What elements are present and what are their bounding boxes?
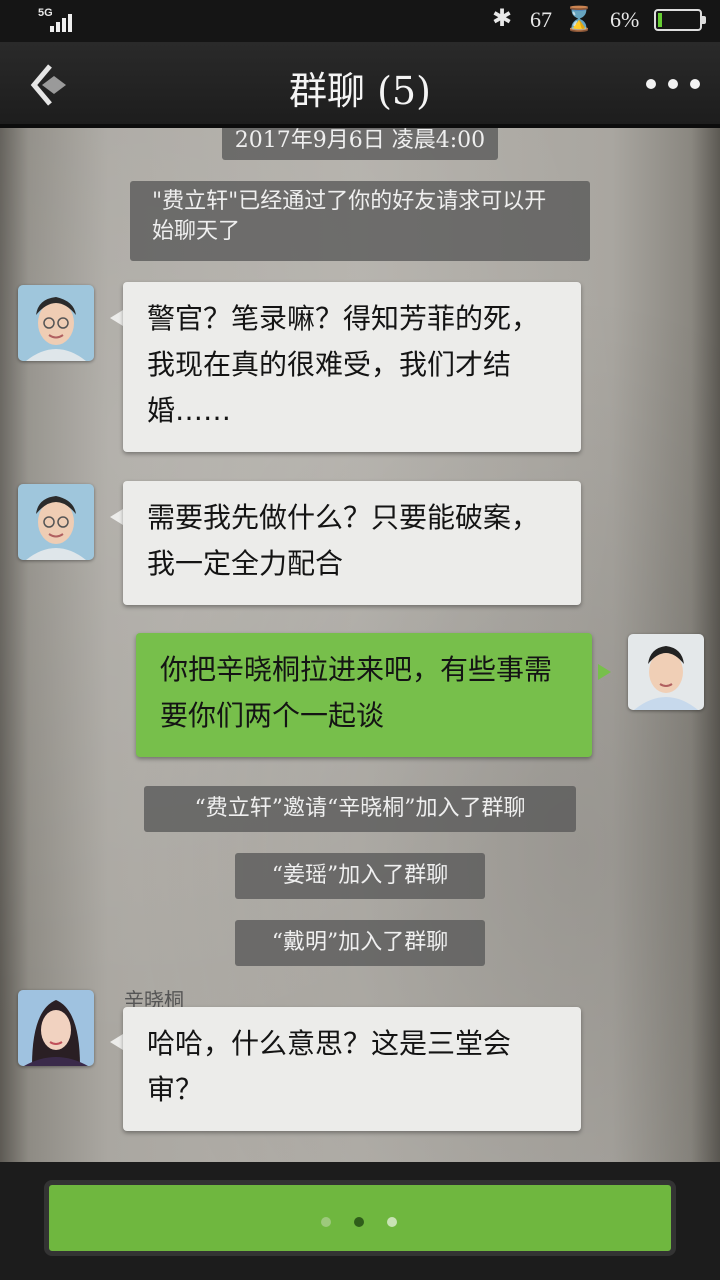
message-bubble[interactable]: 哈哈，什么意思？这是三堂会审？: [123, 1007, 581, 1131]
timestamp-notice: 2017年9月6日 凌晨4:00: [222, 128, 498, 160]
my-message-bubble[interactable]: 你把辛晓桐拉进来吧，有些事需要你们两个一起谈: [136, 633, 592, 757]
avatar-fei-lixuan[interactable]: [18, 285, 94, 361]
system-notice-text: “戴明”加入了群聊: [271, 930, 449, 955]
signal-icon: [50, 10, 76, 32]
my-avatar[interactable]: [628, 634, 704, 710]
bubble-tail: [598, 664, 611, 680]
timestamp-text: 2017年9月6日 凌晨4:00: [234, 128, 486, 153]
message-text: 警官？笔录嘛？得知芳菲的死，我现在真的很难受，我们才结婚……: [147, 302, 540, 427]
typing-dot: [321, 1217, 331, 1227]
more-icon[interactable]: [646, 68, 700, 98]
system-notice-text: “费立轩”邀请“辛晓桐”加入了群聊: [194, 796, 526, 821]
page-title: 群聊 (5): [289, 69, 431, 113]
system-notice-invite: “费立轩”邀请“辛晓桐”加入了群聊: [144, 786, 576, 832]
system-notice-friend-added: "费立轩"已经通过了你的好友请求可以开始聊天了: [130, 181, 590, 261]
message-text: 需要我先做什么？只要能破案，我一定全力配合: [147, 501, 540, 580]
bubble-tail: [110, 1034, 123, 1050]
system-notice-text: "费立轩"已经通过了你的好友请求可以开始聊天了: [152, 189, 547, 244]
hourglass-icon: ⌛: [564, 6, 594, 33]
battery-icon: [654, 9, 706, 31]
bluetooth-icon: ✱: [492, 5, 513, 32]
chat-area[interactable]: 2017年9月6日 凌晨4:00 "费立轩"已经通过了你的好友请求可以开始聊天了…: [0, 128, 720, 1162]
system-notice-join: “戴明”加入了群聊: [235, 920, 485, 966]
avatar-fei-lixuan[interactable]: [18, 484, 94, 560]
bubble-tail: [110, 509, 123, 525]
bottom-bar: [0, 1162, 720, 1280]
avatar-xin-xiaotong[interactable]: [18, 990, 94, 1066]
system-notice-join: “姜瑶”加入了群聊: [235, 853, 485, 899]
battery-percent: 6%: [610, 7, 640, 32]
message-bubble[interactable]: 需要我先做什么？只要能破案，我一定全力配合: [123, 481, 581, 605]
status-number: 67: [530, 7, 552, 32]
status-bar: 5G ✱ 67 ⌛ 6%: [0, 0, 720, 42]
message-text: 哈哈，什么意思？这是三堂会审？: [147, 1027, 512, 1106]
system-notice-text: “姜瑶”加入了群聊: [271, 863, 449, 888]
title-bar: 群聊 (5): [0, 42, 720, 128]
continue-button[interactable]: [44, 1180, 676, 1256]
message-bubble[interactable]: 警官？笔录嘛？得知芳菲的死，我现在真的很难受，我们才结婚……: [123, 282, 581, 452]
typing-dot: [387, 1217, 397, 1227]
bubble-tail: [110, 310, 123, 326]
typing-dot: [354, 1217, 364, 1227]
message-text: 你把辛晓桐拉进来吧，有些事需要你们两个一起谈: [160, 653, 553, 732]
